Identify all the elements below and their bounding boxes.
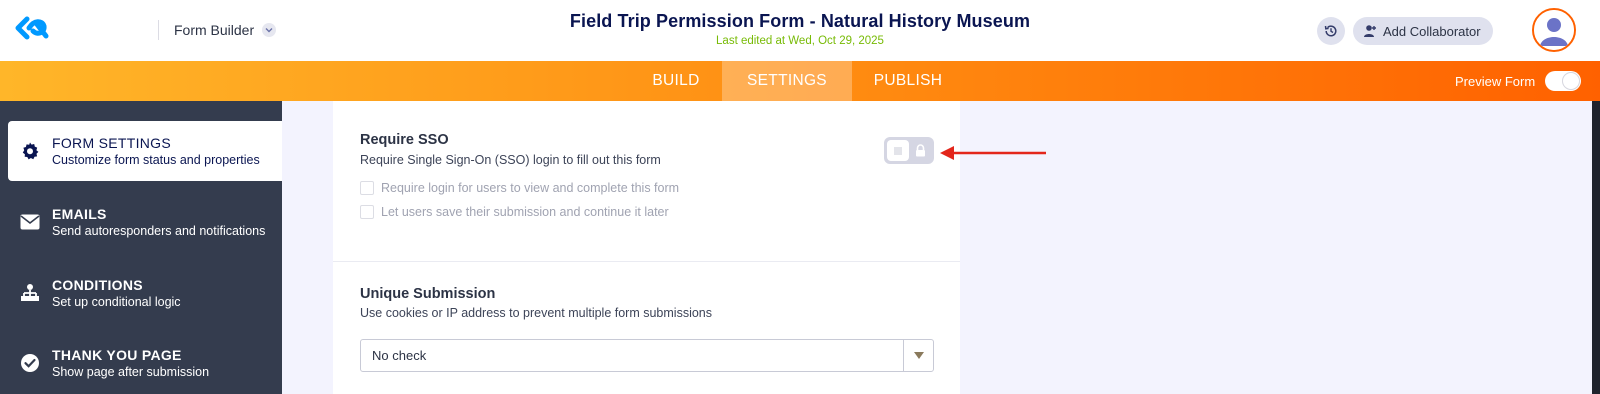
sidebar-item-title: THANK YOU PAGE (52, 347, 182, 363)
tab-settings-label: SETTINGS (747, 72, 827, 89)
add-user-icon (1364, 25, 1376, 37)
check-circle-icon (8, 353, 52, 373)
gear-icon (8, 141, 52, 161)
unique-submission-value: No check (372, 348, 427, 363)
unique-submission-title: Unique Submission (360, 286, 496, 302)
envelope-icon (8, 214, 52, 230)
tab-settings[interactable]: SETTINGS (722, 61, 852, 101)
sidebar-item-title: FORM SETTINGS (52, 135, 172, 151)
sidebar-item-desc: Set up conditional logic (52, 295, 181, 309)
toggle-knob (887, 140, 909, 161)
sso-description: Require Single Sign-On (SSO) login to fi… (360, 153, 661, 167)
unique-submission-description: Use cookies or IP address to prevent mul… (360, 306, 713, 320)
user-avatar[interactable] (1532, 8, 1576, 52)
window-edge (1592, 101, 1600, 394)
builder-nav-bar: BUILD SETTINGS PUBLISH Preview Form (0, 61, 1600, 101)
sidebar-item-text: CONDITIONS Set up conditional logic (52, 277, 181, 309)
preview-form-control: Preview Form (1455, 61, 1582, 101)
preview-form-label: Preview Form (1455, 73, 1536, 89)
sso-toggle[interactable] (884, 137, 934, 164)
sidebar-item-title: CONDITIONS (52, 277, 143, 293)
section-divider (333, 261, 960, 262)
settings-panel: Require SSO Require Single Sign-On (SSO)… (333, 101, 960, 394)
tab-build-label: BUILD (652, 72, 700, 89)
dropdown-arrow-icon (903, 340, 933, 371)
tab-publish[interactable]: PUBLISH (858, 61, 958, 101)
require-login-label: Require login for users to view and comp… (381, 181, 680, 195)
user-avatar-icon (1534, 10, 1574, 50)
sidebar-item-form-settings[interactable]: FORM SETTINGS Customize form status and … (8, 121, 282, 181)
require-login-checkbox[interactable] (360, 181, 374, 195)
sidebar-item-desc: Show page after submission (52, 365, 210, 379)
preview-form-toggle[interactable] (1545, 71, 1582, 91)
sso-option-require-login[interactable]: Require login for users to view and comp… (360, 181, 679, 195)
add-collaborator-button[interactable]: Add Collaborator (1353, 17, 1493, 45)
toggle-knob (1563, 73, 1580, 89)
lock-icon (909, 144, 931, 157)
add-collaborator-label: Add Collaborator (1383, 23, 1481, 39)
sidebar-item-text: THANK YOU PAGE Show page after submissio… (52, 347, 209, 379)
tab-build[interactable]: BUILD (631, 61, 721, 101)
sidebar-item-title: EMAILS (52, 206, 107, 222)
sidebar-item-emails[interactable]: EMAILS Send autoresponders and notificat… (8, 192, 282, 252)
sidebar-item-text: EMAILS Send autoresponders and notificat… (52, 206, 265, 238)
sso-option-save-continue[interactable]: Let users save their submission and cont… (360, 205, 669, 219)
sidebar-item-conditions[interactable]: CONDITIONS Set up conditional logic (8, 263, 282, 323)
settings-sidebar: FORM SETTINGS Customize form status and … (0, 101, 282, 394)
history-button[interactable] (1317, 17, 1345, 45)
sidebar-item-desc: Customize form status and properties (52, 153, 260, 167)
save-continue-label: Let users save their submission and cont… (381, 205, 669, 219)
save-continue-checkbox[interactable] (360, 205, 374, 219)
sso-title: Require SSO (360, 132, 449, 148)
sidebar-item-text: FORM SETTINGS Customize form status and … (52, 135, 260, 167)
unique-submission-select[interactable]: No check (360, 339, 934, 372)
top-header: Form Builder Field Trip Permission Form … (0, 0, 1600, 61)
sitemap-icon (8, 283, 52, 303)
sidebar-item-thank-you-page[interactable]: THANK YOU PAGE Show page after submissio… (8, 333, 282, 393)
history-icon (1324, 25, 1337, 37)
sidebar-item-desc: Send autoresponders and notifications (52, 224, 266, 238)
annotation-arrow-icon (940, 146, 1046, 160)
tab-publish-label: PUBLISH (873, 72, 943, 89)
